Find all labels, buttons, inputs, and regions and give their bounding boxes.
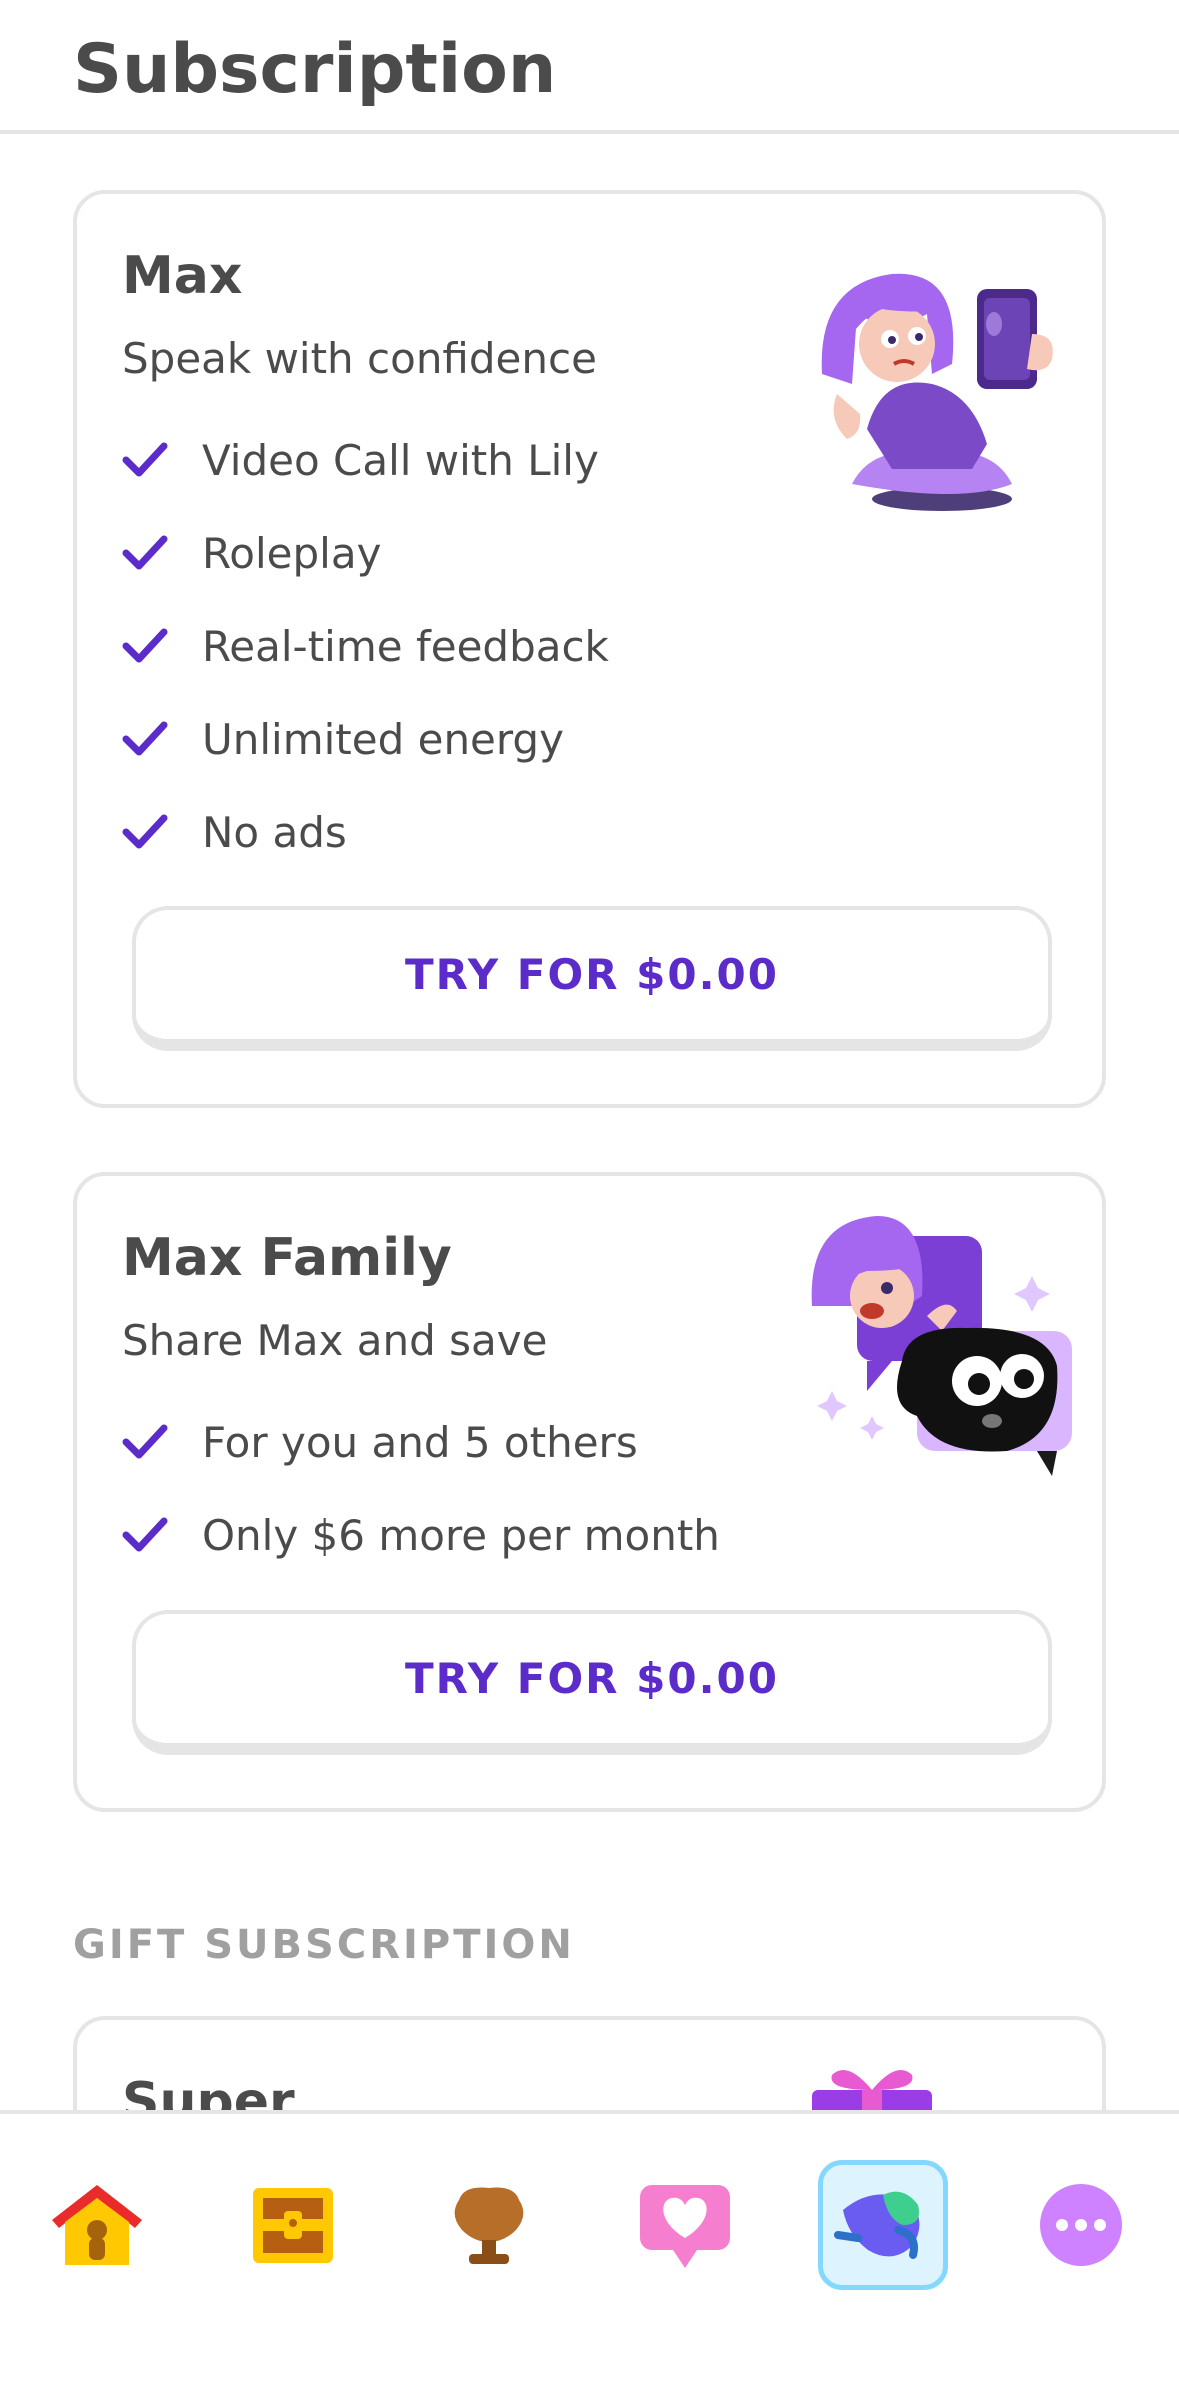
feature-item: Only $6 more per month (122, 1505, 720, 1565)
feature-item: For you and 5 others (122, 1412, 638, 1472)
gift-section-label: GIFT SUBSCRIPTION (73, 1922, 575, 1968)
nav-chest[interactable] (228, 2160, 358, 2290)
feature-label: Real-time feedback (202, 621, 609, 671)
plan-card-max-family: Max Family Share Max and save For you an… (73, 1172, 1106, 1812)
try-button-label: TRY FOR $0.00 (405, 1654, 779, 1703)
nav-max[interactable] (818, 2160, 948, 2290)
feature-label: Only $6 more per month (202, 1510, 720, 1560)
lily-video-call-illustration (821, 273, 1053, 511)
page-title: Subscription (73, 30, 557, 109)
checkmark-icon (122, 716, 168, 762)
feature-label: No ads (202, 807, 347, 857)
feature-item: No ads (122, 802, 347, 862)
family-chat-illustration (811, 1216, 1072, 1476)
plan-title: Max (122, 246, 243, 306)
page-header: Subscription (0, 0, 1179, 134)
nav-hearts[interactable] (620, 2160, 750, 2290)
try-max-family-button[interactable]: TRY FOR $0.00 (132, 1610, 1052, 1755)
feature-label: Video Call with Lily (202, 435, 599, 485)
home-icon (52, 2185, 142, 2265)
nav-home[interactable] (32, 2160, 162, 2290)
checkmark-icon (122, 809, 168, 855)
nav-more[interactable] (1016, 2160, 1146, 2290)
heart-bubble-icon (640, 2185, 730, 2268)
feature-label: For you and 5 others (202, 1417, 638, 1467)
checkmark-icon (122, 1419, 168, 1465)
feature-label: Unlimited energy (202, 714, 564, 764)
max-bird-icon (834, 2191, 920, 2259)
feature-item: Roleplay (122, 523, 381, 583)
trophy-icon (454, 2187, 524, 2264)
checkmark-icon (122, 437, 168, 483)
plan-title: Max Family (122, 1228, 452, 1288)
feature-item: Unlimited energy (122, 709, 564, 769)
feature-item: Video Call with Lily (122, 430, 599, 490)
plan-card-max: Max Speak with confidence Video Call wit… (73, 190, 1106, 1108)
checkmark-icon (122, 1512, 168, 1558)
plan-tagline: Speak with confidence (122, 334, 597, 383)
plan-tagline: Share Max and save (122, 1316, 548, 1365)
try-max-button[interactable]: TRY FOR $0.00 (132, 906, 1052, 1051)
more-icon (1040, 2184, 1122, 2266)
treasure-chest-icon (253, 2187, 333, 2263)
feature-item: Real-time feedback (122, 616, 609, 676)
feature-label: Roleplay (202, 528, 382, 578)
try-button-label: TRY FOR $0.00 (405, 950, 779, 999)
checkmark-icon (122, 530, 168, 576)
checkmark-icon (122, 623, 168, 669)
bottom-navigation (0, 2110, 1179, 2396)
nav-leaderboard[interactable] (424, 2160, 554, 2290)
